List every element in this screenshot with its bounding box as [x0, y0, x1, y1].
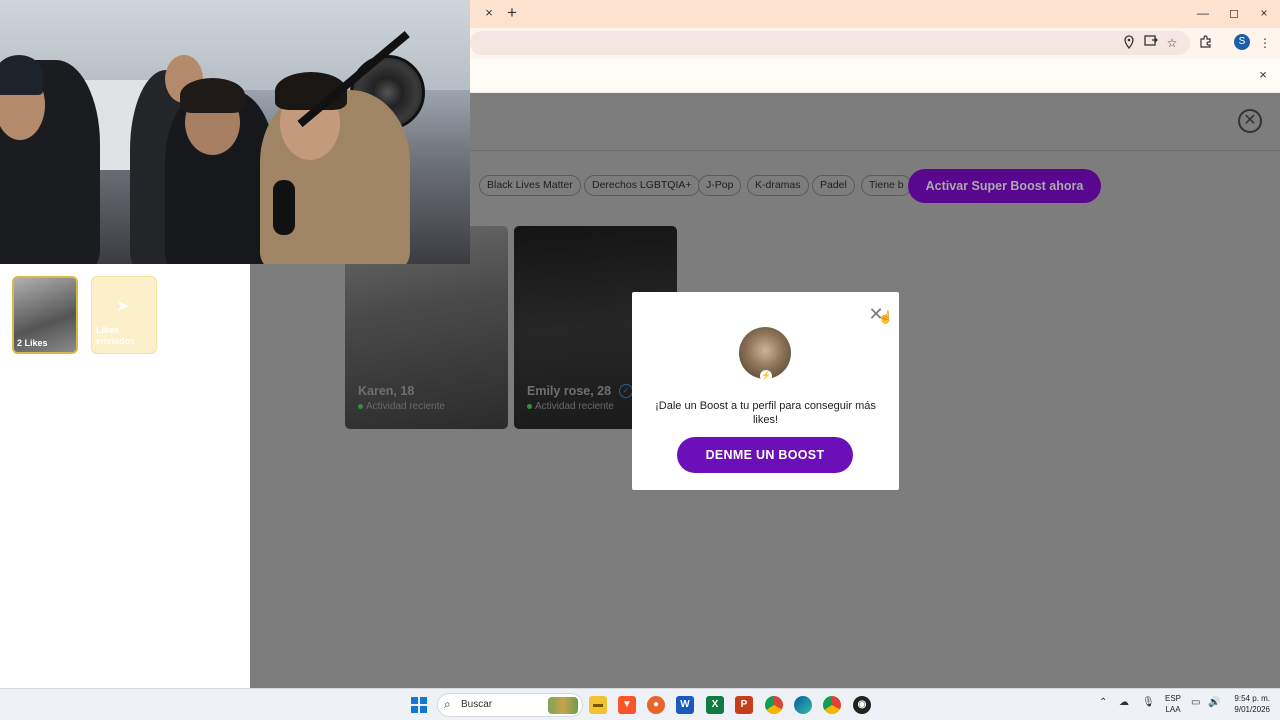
start-button[interactable] — [410, 696, 428, 714]
taskbar-search[interactable]: ⌕ Buscar — [437, 693, 583, 717]
browser-menu-icon[interactable]: ⋮ — [1257, 35, 1273, 51]
likes-sent-label: Likes enviados — [96, 325, 136, 346]
online-dot — [527, 404, 532, 409]
volume-icon[interactable]: 🔊 — [1208, 697, 1220, 708]
boost-modal: ✕ ☝ ⚡ ¡Dale un Boost a tu perfil para co… — [632, 292, 899, 490]
powerpoint-icon[interactable]: P — [735, 696, 753, 714]
verified-icon: ✓ — [619, 384, 633, 398]
card-activity: Actividad reciente — [358, 401, 445, 412]
file-explorer-icon[interactable]: ▬ — [589, 696, 607, 714]
window-close-button[interactable]: × — [1254, 5, 1274, 21]
obs-icon[interactable]: ◉ — [853, 696, 871, 714]
tray-overflow-icon[interactable]: ⌃ — [1099, 697, 1107, 708]
brave-icon[interactable]: ▼ — [618, 696, 636, 714]
maximize-button[interactable]: ◻ — [1224, 5, 1244, 21]
search-placeholder: Buscar — [461, 699, 493, 710]
firefox-icon[interactable]: ● — [647, 696, 665, 714]
online-dot — [358, 404, 363, 409]
minimize-button[interactable]: — — [1193, 5, 1213, 21]
excel-icon[interactable]: X — [706, 696, 724, 714]
search-highlight-image — [548, 697, 578, 714]
edge-icon[interactable] — [794, 696, 812, 714]
page-close-icon[interactable]: ✕ — [1238, 109, 1262, 133]
hand-cursor-icon: ☝ — [878, 310, 893, 324]
taskbar: ⌕ Buscar ▬ ▼ ● W X P ◉ ⌃ ☁ 🎙 ESP LAA ▭ 🔊… — [0, 688, 1280, 720]
extensions-icon[interactable] — [1197, 35, 1213, 51]
clock[interactable]: 9:54 p. m. 9/01/2026 — [1226, 693, 1270, 715]
interest-chip[interactable]: Tiene b — [861, 175, 912, 196]
interest-chip[interactable]: Black Lives Matter — [479, 175, 581, 196]
install-icon[interactable] — [1143, 35, 1159, 51]
profile-avatar[interactable]: S — [1234, 34, 1250, 50]
super-boost-button[interactable]: Activar Super Boost ahora — [908, 169, 1101, 203]
interest-chip[interactable]: Derechos LGBTQIA+ — [584, 175, 700, 196]
likes-sent-icon: ➤ — [116, 298, 130, 315]
star-icon[interactable]: ☆ — [1164, 35, 1180, 51]
interest-chip[interactable]: K-dramas — [747, 175, 809, 196]
language-indicator[interactable]: ESP LAA — [1163, 693, 1183, 715]
boost-bolt-icon: ⚡ — [760, 370, 772, 382]
likes-received-thumb[interactable]: 2 Likes — [12, 276, 78, 354]
likes-sent-thumb[interactable]: ➤ Likes enviados — [91, 276, 157, 354]
address-bar[interactable] — [470, 31, 1190, 55]
modal-message: ¡Dale un Boost a tu perfil para consegui… — [655, 400, 876, 426]
card-name: Emily rose, 28 — [527, 384, 612, 398]
card-activity: Actividad reciente — [527, 401, 614, 412]
interest-chip[interactable]: J-Pop — [698, 175, 742, 196]
microphone-icon[interactable]: 🎙 — [1142, 697, 1155, 708]
likes-count-label: 2 Likes — [17, 338, 48, 348]
tab-close-button[interactable]: × — [482, 6, 496, 20]
word-icon[interactable]: W — [676, 696, 694, 714]
search-icon: ⌕ — [444, 697, 451, 711]
infobar-close-button[interactable]: × — [1256, 68, 1270, 82]
interest-chip[interactable]: Padel — [812, 175, 855, 196]
display-icon[interactable]: ▭ — [1191, 697, 1200, 708]
webcam-overlay — [0, 0, 470, 264]
boost-button[interactable]: DENME UN BOOST — [677, 437, 853, 473]
new-tab-button[interactable]: + — [505, 4, 519, 22]
chrome-icon[interactable] — [765, 696, 783, 714]
microphone-image — [273, 180, 295, 235]
onedrive-icon[interactable]: ☁ — [1119, 697, 1129, 708]
card-name: Karen, 18 — [358, 384, 415, 398]
location-icon[interactable] — [1121, 35, 1137, 51]
chrome-profile-icon[interactable] — [823, 696, 841, 714]
